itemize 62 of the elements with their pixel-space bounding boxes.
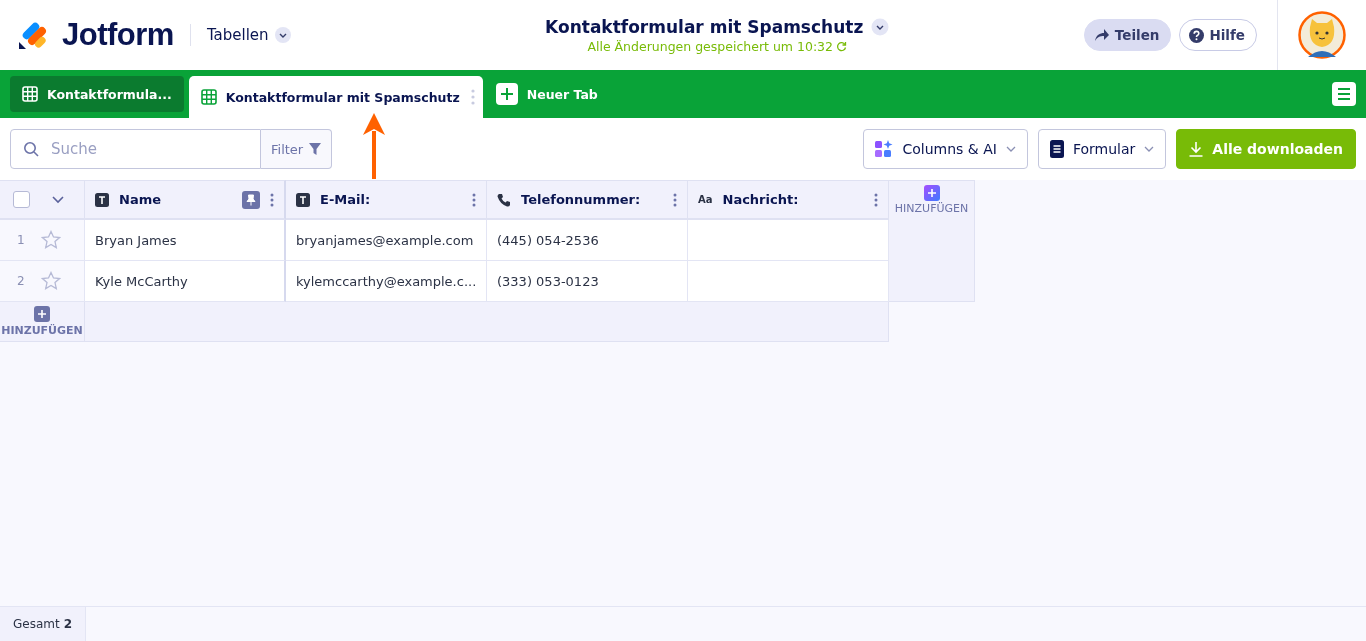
share-arrow-icon [1093, 28, 1110, 42]
more-vertical-icon[interactable] [270, 192, 274, 207]
chevron-down-icon[interactable] [52, 195, 64, 204]
menu-icon[interactable] [1332, 82, 1356, 106]
help-button[interactable]: Hilfe [1179, 19, 1257, 51]
avatar-icon[interactable] [1298, 11, 1346, 59]
chevron-down-icon[interactable] [871, 17, 890, 36]
logo-text[interactable]: Jotform [62, 17, 174, 53]
table-cell: (333) 053-0123 [487, 261, 688, 302]
chevron-down-icon [1144, 146, 1155, 152]
help-icon [1189, 27, 1205, 43]
table-cell: (445) 054-2536 [487, 220, 688, 261]
table-cell: kylemccarthy@example.c... [286, 261, 487, 302]
row-number: 1 [17, 233, 25, 247]
add-column-button[interactable]: HINZUFÜGEN [889, 180, 975, 302]
search-icon [23, 141, 39, 157]
search-field[interactable]: Suche [10, 129, 261, 169]
funnel-icon [309, 143, 322, 155]
table-cell: Bryan James [85, 220, 286, 261]
filter-button[interactable]: Filter [261, 129, 333, 169]
section-dropdown[interactable]: Tabellen [206, 26, 291, 44]
tab[interactable]: Kontaktformula... [10, 76, 184, 112]
tab[interactable]: Kontaktformular mit Spamschutz [188, 76, 483, 118]
plus-icon [34, 306, 50, 322]
column-header[interactable]: E-Mail: [286, 180, 487, 220]
column-header[interactable]: Aa Nachricht: [688, 180, 889, 220]
grid-sparkle-icon [875, 140, 894, 158]
phone-icon [497, 192, 511, 207]
document-icon [1049, 140, 1064, 158]
select-all-checkbox[interactable] [13, 191, 30, 208]
more-vertical-icon[interactable] [472, 192, 476, 207]
more-vertical-icon[interactable] [874, 192, 878, 207]
table-icon [200, 89, 217, 105]
chevron-down-icon [274, 27, 291, 43]
add-row-button[interactable]: HINZUFÜGEN [0, 302, 85, 342]
column-header[interactable]: Telefonnummer: [487, 180, 688, 220]
row-number: 2 [17, 274, 25, 288]
share-button[interactable]: Teilen [1083, 19, 1172, 51]
logo-icon [18, 20, 48, 50]
column-header[interactable]: Name [85, 180, 286, 220]
more-vertical-icon[interactable] [673, 192, 677, 207]
plus-icon [495, 83, 518, 105]
total-count: 2 [63, 618, 72, 630]
table-icon [22, 86, 38, 102]
form-title: Kontaktformular mit Spamschutz [545, 16, 864, 37]
star-icon[interactable] [40, 271, 61, 291]
dropdown-button[interactable]: Formular [1037, 129, 1167, 169]
star-icon[interactable] [40, 230, 61, 250]
plus-icon [923, 185, 940, 201]
pin-icon[interactable] [242, 190, 260, 209]
arrow-annotation-icon [362, 113, 386, 179]
total-label: Gesamt [12, 618, 60, 630]
text-field-icon [296, 192, 310, 207]
table-cell: Kyle McCarthy [85, 261, 286, 302]
text-size-icon: Aa [698, 194, 713, 205]
download-icon [1189, 141, 1204, 157]
chevron-down-icon [1005, 146, 1016, 152]
dropdown-button[interactable]: Columns & AI [863, 129, 1028, 169]
text-field-icon [95, 192, 109, 207]
table-cell: bryanjames@example.com [286, 220, 487, 261]
refresh-icon [836, 40, 847, 52]
save-status: Alle Änderungen gespeichert um 10:32 [587, 38, 833, 54]
